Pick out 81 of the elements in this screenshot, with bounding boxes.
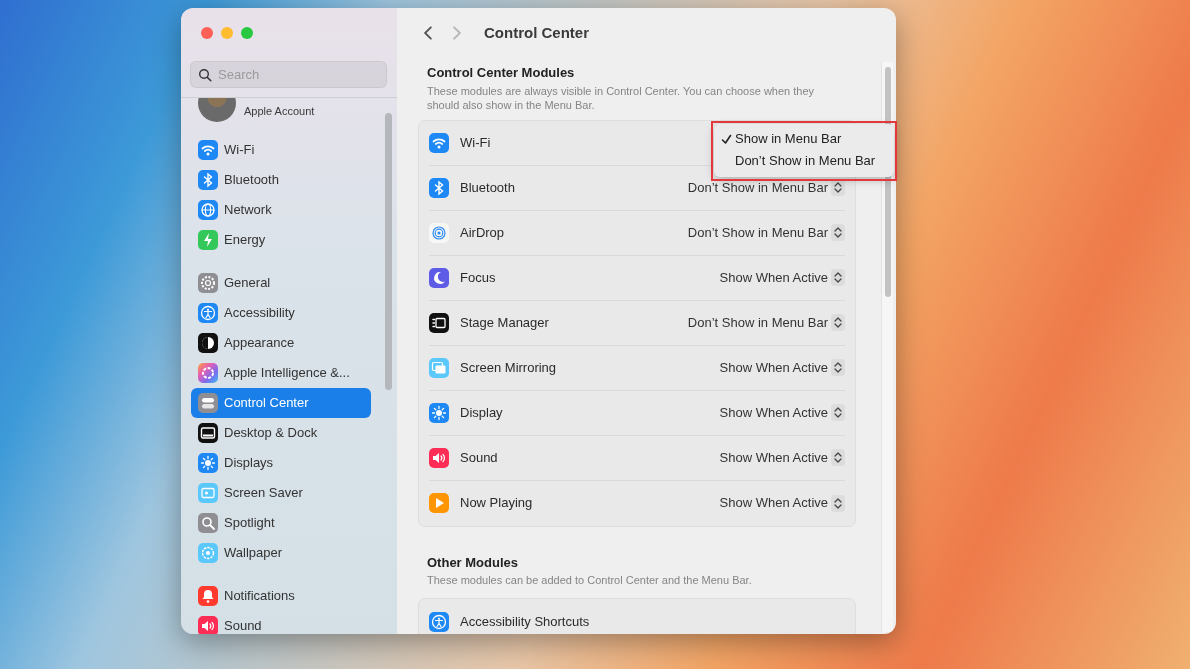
search-icon: [198, 68, 212, 82]
stepper-icon: [831, 359, 845, 376]
chevron-right-icon: [453, 26, 461, 40]
stepper-icon: [831, 269, 845, 286]
menu-item[interactable]: Show in Menu Bar: [714, 128, 894, 150]
stepper-icon: [831, 494, 845, 512]
wifi-icon: [429, 132, 449, 153]
sidebar-item[interactable]: Network: [191, 195, 371, 225]
bluetooth-icon: [198, 170, 218, 190]
sidebar-item[interactable]: General: [191, 268, 371, 298]
concentric-rings-icon: [429, 222, 449, 243]
module-label: Focus: [460, 268, 496, 287]
module-label: Screen Mirroring: [460, 358, 557, 377]
stage-manager-icon: [429, 312, 449, 333]
menu-bar-popup[interactable]: Show When Active: [719, 267, 845, 288]
menu-bar-popup[interactable]: Show When Active: [719, 493, 845, 513]
sidebar-item[interactable]: Control Center: [191, 388, 371, 418]
sidebar-item[interactable]: Appearance: [191, 328, 371, 358]
sidebar-item[interactable]: Notifications: [191, 581, 371, 611]
zoom-button[interactable]: [241, 27, 253, 39]
accessibility-icon: [429, 611, 449, 632]
module-label: Bluetooth: [460, 178, 515, 197]
settings-icon: [198, 273, 218, 293]
module-label: Accessibility Shortcuts: [460, 612, 590, 631]
menu-bar-popup[interactable]: Show When Active: [719, 357, 845, 378]
bluetooth-icon: [429, 177, 449, 198]
screens-icon: [429, 357, 449, 378]
menu-bar-popup[interactable]: Show When Active: [719, 447, 845, 468]
speaker-icon: [198, 616, 218, 634]
stepper-icon: [831, 224, 845, 241]
sidebar-item[interactable]: Apple Intelligence &...: [191, 358, 371, 388]
bell-icon: [198, 586, 218, 606]
sidebar-item[interactable]: Accessibility: [191, 298, 371, 328]
desktop-icon: [198, 423, 218, 443]
speaker-icon: [429, 447, 449, 468]
menu-item[interactable]: Don’t Show in Menu Bar: [714, 150, 894, 172]
search-icon: [198, 513, 218, 533]
module-label: Now Playing: [460, 494, 533, 513]
chevron-left-icon: [424, 26, 432, 40]
section-title: Control Center Modules: [427, 64, 576, 82]
sidebar-item[interactable]: Bluetooth: [191, 165, 371, 195]
lightning-bolt-icon: [198, 230, 218, 250]
minimize-button[interactable]: [221, 27, 233, 39]
sidebar-item[interactable]: Sound: [191, 611, 371, 634]
sidebar-item[interactable]: Displays: [191, 448, 371, 478]
close-button[interactable]: [201, 27, 213, 39]
stepper-icon: [831, 449, 845, 466]
sun-icon: [198, 453, 218, 473]
globe-icon: [198, 200, 218, 220]
page-title: Control Center: [484, 22, 589, 43]
accessibility-icon: [198, 303, 218, 323]
sidebar-item[interactable]: Energy: [191, 225, 371, 255]
sidebar-item[interactable]: Spotlight: [191, 508, 371, 538]
flower-icon: [198, 543, 218, 563]
play-icon: [429, 493, 449, 513]
sun-icon: [429, 402, 449, 423]
menu-bar-popup[interactable]: Don’t Show in Menu Bar: [687, 312, 845, 333]
module-label: Sound: [460, 448, 498, 467]
ring-icon: [198, 363, 218, 383]
module-label: AirDrop: [460, 223, 505, 242]
stepper-icon: [831, 404, 845, 421]
toggles-icon: [198, 393, 218, 413]
module-label: Stage Manager: [460, 313, 549, 332]
module-label: Wi-Fi: [460, 133, 491, 152]
account-label[interactable]: Apple Account: [244, 102, 315, 122]
sidebar-item[interactable]: Screen Saver: [191, 478, 371, 508]
wifi-icon: [198, 140, 218, 160]
screen-icon: [198, 483, 218, 503]
section-title: Other Modules: [427, 553, 519, 572]
sidebar-item[interactable]: Desktop & Dock: [191, 418, 371, 448]
moon-icon: [429, 267, 449, 288]
menu-bar-popup[interactable]: Don’t Show in Menu Bar: [687, 222, 845, 243]
module-label: Display: [460, 403, 503, 422]
sidebar-item[interactable]: Wi-Fi: [191, 135, 371, 165]
sidebar-item[interactable]: Wallpaper: [191, 538, 371, 568]
section-description: These modules can be added to Control Center and the Menu Bar.: [427, 573, 753, 587]
scrollbar-thumb[interactable]: [385, 113, 392, 390]
stepper-icon: [831, 314, 845, 331]
section-description: These modules are always visible in Control Center. You can choose when they should also show in the Menu Bar.: [427, 83, 816, 112]
menu-bar-popup[interactable]: Don’t Show in Menu Bar: [687, 177, 845, 198]
menu-bar-popup[interactable]: Show When Active: [719, 402, 845, 423]
